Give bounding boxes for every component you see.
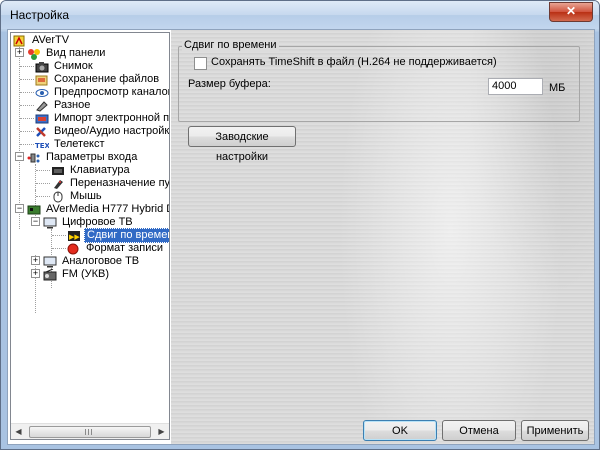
input-params-icon xyxy=(27,152,41,164)
settings-tree[interactable]: AVerTV + Вид панели Снимок Сохранение фа… xyxy=(10,32,170,440)
digital-tv-icon xyxy=(43,217,57,229)
tree-item-remote[interactable]: Переназначение пульт xyxy=(51,177,169,190)
tree-item-avermedia-card[interactable]: AVerMedia H777 Hybrid DVI xyxy=(27,203,169,216)
timeshift-group-title: Сдвиг по времени xyxy=(182,39,279,51)
title-bar[interactable]: Настройка ✕ xyxy=(1,1,599,29)
tree-item-timeshift[interactable]: ▶▶ Сдвиг по времени xyxy=(67,228,169,243)
tree-item-input-params[interactable]: Параметры входа xyxy=(27,151,139,164)
expand-view-panel[interactable]: + xyxy=(15,48,24,57)
close-button[interactable]: ✕ xyxy=(549,2,593,22)
tools-icon xyxy=(35,126,49,138)
analog-tv-icon xyxy=(43,256,57,268)
scroll-left-icon[interactable]: ◀ xyxy=(11,424,26,439)
buffer-size-label: Размер буфера: xyxy=(188,78,271,90)
camera-icon xyxy=(35,61,49,73)
tree-item-record-format[interactable]: Формат записи xyxy=(67,242,165,255)
ok-button[interactable]: OK xyxy=(363,420,437,441)
svg-text:▶▶: ▶▶ xyxy=(69,233,80,241)
remote-icon xyxy=(51,178,65,190)
view-panel-icon xyxy=(27,48,41,60)
import-epg-icon xyxy=(35,113,49,125)
record-icon xyxy=(67,243,81,255)
dialog-client-area: AVerTV + Вид панели Снимок Сохранение фа… xyxy=(7,29,595,445)
tree-horizontal-scrollbar[interactable]: ◀ ▶ xyxy=(11,423,169,439)
tree-item-analog-tv[interactable]: Аналоговое ТВ xyxy=(43,255,141,268)
buffer-unit-label: МБ xyxy=(549,82,566,94)
tree-item-misc[interactable]: Разное xyxy=(35,99,92,112)
tree-item-view-panel[interactable]: Вид панели xyxy=(27,47,107,60)
expand-fm[interactable]: + xyxy=(31,269,40,278)
tree-item-mouse[interactable]: Мышь xyxy=(51,190,104,203)
cancel-button[interactable]: Отмена xyxy=(442,420,516,441)
timeshift-icon: ▶▶ xyxy=(67,230,81,242)
window-title: Настройка xyxy=(10,8,70,22)
tree-item-fm[interactable]: FM (УКВ) xyxy=(43,268,111,281)
keyboard-icon xyxy=(51,165,65,177)
fm-radio-icon xyxy=(43,268,57,281)
close-icon: ✕ xyxy=(565,4,577,18)
factory-defaults-button[interactable]: Заводские настройки xyxy=(188,126,296,163)
collapse-input-params[interactable]: − xyxy=(15,152,24,161)
misc-icon xyxy=(35,100,49,112)
tree-item-channel-preview[interactable]: Предпросмотр каналов xyxy=(35,86,169,99)
tree-item-save-files[interactable]: Сохранение файлов xyxy=(35,73,161,86)
teletext-icon: TEXT xyxy=(35,139,55,151)
mouse-icon xyxy=(51,191,65,203)
avertv-icon xyxy=(13,35,27,47)
expand-analog-tv[interactable]: + xyxy=(31,256,40,265)
tree-item-avertv[interactable]: AVerTV xyxy=(13,34,71,47)
scrollbar-thumb[interactable] xyxy=(29,426,151,438)
collapse-avermedia[interactable]: − xyxy=(15,204,24,213)
tree-content: AVerTV + Вид панели Снимок Сохранение фа… xyxy=(11,33,169,423)
save-timeshift-label[interactable]: Сохранять TimeShift в файл (H.264 не под… xyxy=(211,56,497,68)
tree-item-snapshot[interactable]: Снимок xyxy=(35,60,95,73)
svg-text:TEXT: TEXT xyxy=(35,142,49,150)
apply-button[interactable]: Применить xyxy=(521,420,589,441)
save-timeshift-checkbox[interactable] xyxy=(194,57,207,70)
tree-item-import-epg[interactable]: Импорт электронной прог xyxy=(35,112,169,125)
save-files-icon xyxy=(35,74,49,86)
eye-icon xyxy=(35,87,49,99)
scroll-right-icon[interactable]: ▶ xyxy=(154,424,169,439)
tree-item-teletext[interactable]: TEXT Телетекст xyxy=(35,138,107,151)
tree-item-keyboard[interactable]: Клавиатура xyxy=(51,164,132,177)
settings-window: Настройка ✕ AVerTV + Вид панели Снимок С… xyxy=(0,0,600,450)
collapse-digital-tv[interactable]: − xyxy=(31,217,40,226)
tuner-card-icon xyxy=(27,204,41,216)
buffer-size-input[interactable] xyxy=(488,78,543,95)
tree-item-video-audio[interactable]: Видео/Аудио настройки xyxy=(35,125,169,138)
